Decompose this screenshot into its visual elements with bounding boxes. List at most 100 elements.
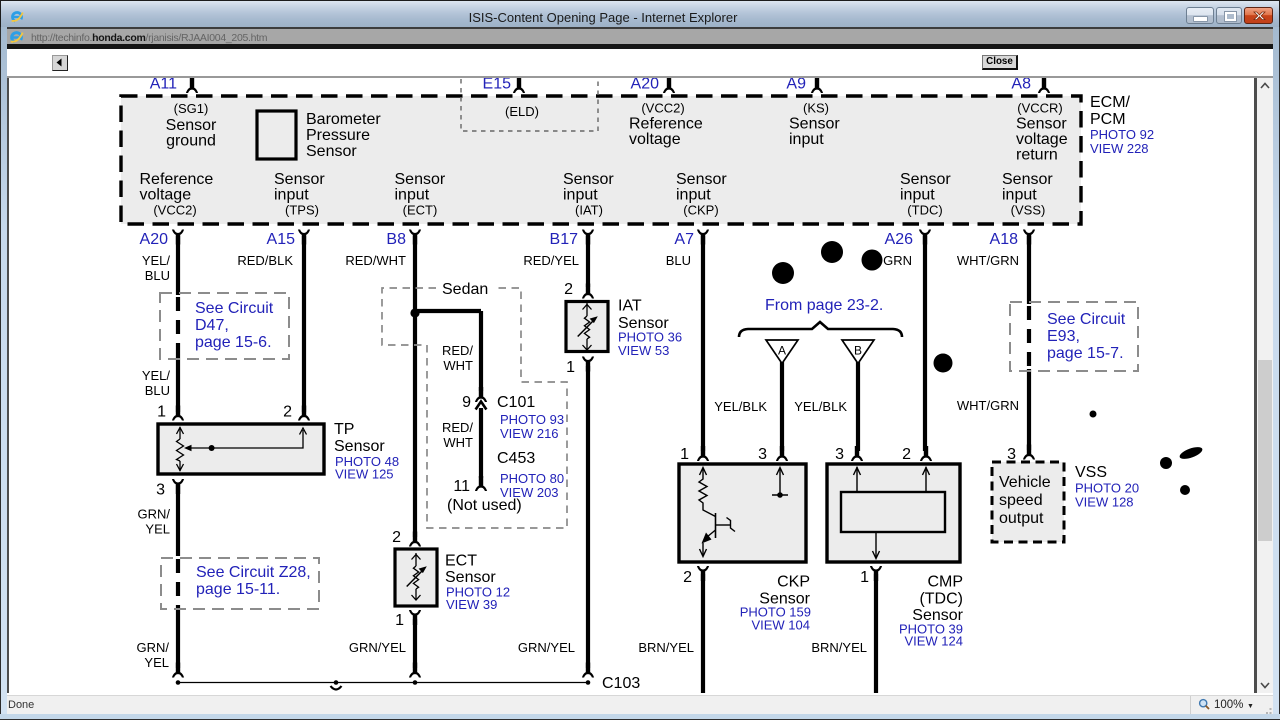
svg-text:WHT/GRN: WHT/GRN	[957, 253, 1019, 268]
svg-text:VSS: VSS	[1075, 464, 1107, 481]
svg-text:VIEW 53: VIEW 53	[618, 343, 669, 358]
svg-text:Sensor: Sensor	[563, 171, 614, 188]
svg-text:PHOTO 92: PHOTO 92	[1090, 127, 1154, 142]
svg-text:1: 1	[395, 612, 404, 629]
svg-text:VIEW 39: VIEW 39	[446, 597, 497, 612]
svg-text:3: 3	[758, 446, 767, 463]
svg-text:A8: A8	[1011, 78, 1031, 93]
svg-text:VIEW 128: VIEW 128	[1075, 495, 1134, 510]
svg-text:VIEW 203: VIEW 203	[500, 485, 559, 500]
svg-text:speed: speed	[999, 492, 1043, 509]
svg-text:input: input	[676, 187, 711, 204]
svg-text:BLU: BLU	[145, 383, 170, 398]
svg-text:CMP: CMP	[927, 574, 963, 591]
svg-text:C103: C103	[602, 675, 640, 692]
svg-text:A20: A20	[631, 78, 660, 93]
svg-text:Sensor: Sensor	[1016, 116, 1067, 133]
svg-text:A26: A26	[885, 231, 914, 248]
svg-text:RED/: RED/	[442, 420, 473, 435]
svg-text:Sedan: Sedan	[442, 281, 488, 298]
svg-text:Sensor: Sensor	[676, 171, 727, 188]
svg-text:Pressure: Pressure	[306, 127, 370, 144]
svg-text:(SG1): (SG1)	[174, 101, 209, 116]
svg-text:(KS): (KS)	[803, 101, 829, 116]
svg-text:(ECT): (ECT)	[403, 203, 438, 218]
svg-text:1: 1	[566, 359, 575, 376]
svg-text:2: 2	[902, 446, 911, 463]
svg-text:C453: C453	[497, 450, 535, 467]
svg-text:GRN/YEL: GRN/YEL	[518, 640, 575, 655]
svg-text:Vehicle: Vehicle	[999, 474, 1051, 491]
svg-text:Reference: Reference	[629, 116, 703, 133]
svg-text:CKP: CKP	[777, 574, 810, 591]
svg-text:GRN: GRN	[883, 253, 912, 268]
svg-text:voltage: voltage	[1016, 131, 1068, 148]
svg-text:voltage: voltage	[629, 131, 681, 148]
svg-text:VIEW 125: VIEW 125	[335, 467, 394, 482]
svg-text:GRN/: GRN/	[137, 640, 170, 655]
svg-text:input: input	[1002, 187, 1037, 204]
svg-text:BLU: BLU	[666, 253, 691, 268]
svg-text:YEL/BLK: YEL/BLK	[714, 399, 767, 414]
svg-text:page 15-11.: page 15-11.	[196, 581, 280, 598]
svg-text:B17: B17	[550, 231, 579, 248]
svg-text:A20: A20	[140, 231, 169, 248]
svg-text:PHOTO 93: PHOTO 93	[500, 412, 564, 427]
svg-text:B: B	[854, 344, 862, 358]
svg-text:D47,: D47,	[195, 317, 229, 334]
svg-text:Sensor: Sensor	[334, 438, 385, 455]
svg-text:IAT: IAT	[618, 298, 642, 315]
svg-text:A: A	[778, 344, 786, 358]
svg-text:(TPS): (TPS)	[285, 203, 319, 218]
svg-text:GRN/YEL: GRN/YEL	[349, 640, 406, 655]
svg-text:2: 2	[564, 281, 573, 298]
svg-text:3: 3	[156, 482, 165, 499]
svg-text:2: 2	[283, 404, 292, 421]
svg-text:WHT: WHT	[443, 358, 473, 373]
svg-text:3: 3	[835, 446, 844, 463]
svg-text:1: 1	[860, 569, 869, 586]
svg-text:WHT/GRN: WHT/GRN	[957, 398, 1019, 413]
svg-text:2: 2	[392, 529, 401, 546]
svg-text:Barometer: Barometer	[306, 111, 381, 128]
svg-text:1: 1	[157, 404, 166, 421]
svg-text:A7: A7	[674, 231, 694, 248]
svg-text:BRN/YEL: BRN/YEL	[811, 640, 867, 655]
svg-text:input: input	[395, 187, 430, 204]
svg-text:ground: ground	[166, 133, 216, 150]
svg-text:output: output	[999, 510, 1044, 527]
svg-text:return: return	[1016, 147, 1058, 164]
svg-text:page 15-7.: page 15-7.	[1047, 345, 1124, 362]
svg-text:Sensor: Sensor	[789, 116, 840, 133]
svg-text:BLU: BLU	[145, 268, 170, 283]
svg-text:(IAT): (IAT)	[575, 203, 603, 218]
svg-text:WHT: WHT	[443, 435, 473, 450]
svg-text:RED/: RED/	[442, 343, 473, 358]
svg-text:PHOTO 20: PHOTO 20	[1075, 481, 1139, 496]
svg-text:page 15-6.: page 15-6.	[195, 334, 272, 351]
svg-text:GRN/: GRN/	[138, 507, 171, 522]
svg-text:A9: A9	[786, 78, 806, 93]
svg-text:(TDC): (TDC)	[919, 591, 963, 608]
svg-text:Sensor: Sensor	[445, 569, 496, 586]
svg-text:A15: A15	[267, 231, 296, 248]
svg-text:(VCCR): (VCCR)	[1017, 101, 1063, 116]
svg-text:YEL/BLK: YEL/BLK	[794, 399, 847, 414]
svg-text:BRN/YEL: BRN/YEL	[638, 640, 694, 655]
svg-text:(VSS): (VSS)	[1011, 203, 1046, 218]
svg-text:(VCC2): (VCC2)	[641, 101, 684, 116]
svg-text:(VCC2): (VCC2)	[153, 203, 196, 218]
svg-text:B8: B8	[386, 231, 406, 248]
svg-text:Sensor: Sensor	[395, 171, 446, 188]
svg-text:Sensor: Sensor	[900, 171, 951, 188]
svg-text:ECT: ECT	[445, 553, 477, 570]
svg-text:Sensor: Sensor	[274, 171, 325, 188]
svg-text:RED/WHT: RED/WHT	[345, 253, 406, 268]
svg-text:RED/YEL: RED/YEL	[523, 253, 579, 268]
svg-text:input: input	[274, 187, 309, 204]
svg-text:See Circuit: See Circuit	[195, 300, 274, 317]
svg-text:PCM: PCM	[1090, 111, 1126, 128]
svg-text:(CKP): (CKP)	[683, 203, 718, 218]
svg-text:See Circuit Z28,: See Circuit Z28,	[196, 564, 311, 581]
svg-text:VIEW 124: VIEW 124	[904, 634, 963, 649]
